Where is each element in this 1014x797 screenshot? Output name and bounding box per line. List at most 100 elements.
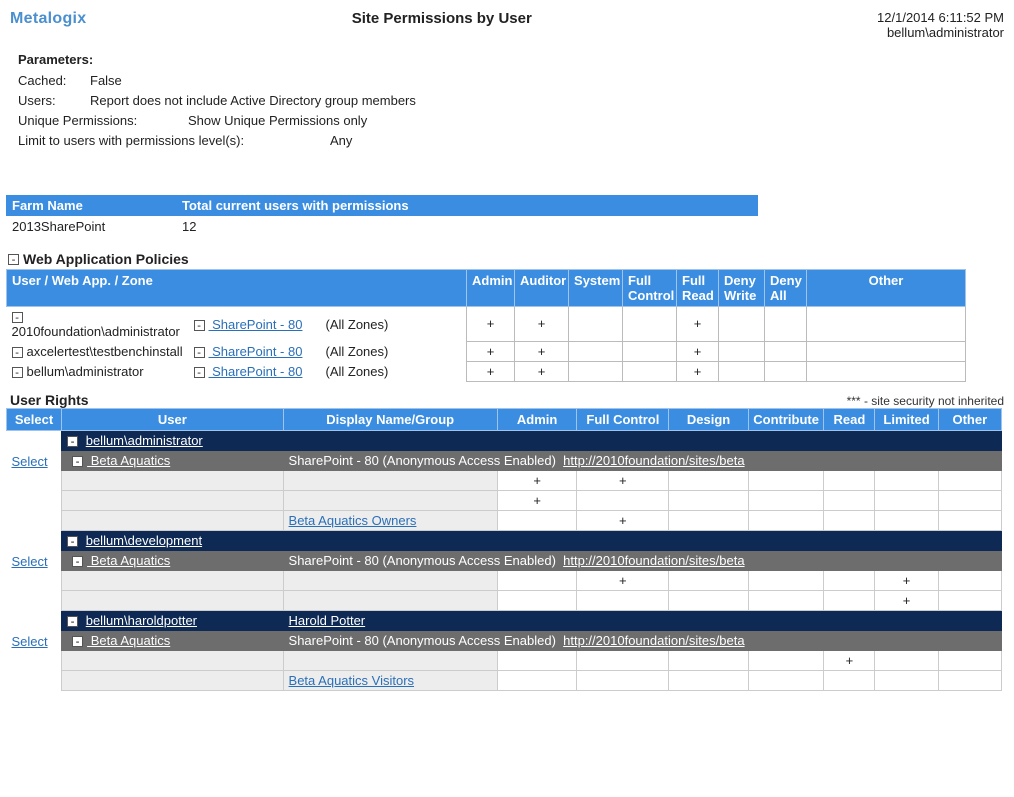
user-rights-title: User Rights — [10, 392, 89, 408]
wap-col-da: Deny All — [765, 270, 807, 307]
collapse-icon[interactable]: - — [8, 254, 19, 265]
ur-design — [669, 590, 749, 610]
param-unique-value: Show Unique Permissions only — [188, 113, 367, 128]
select-link[interactable]: Select — [12, 634, 48, 649]
select-link[interactable]: Select — [12, 554, 48, 569]
collapse-icon[interactable]: - — [194, 367, 205, 378]
wap-auditor: + — [515, 341, 569, 361]
ur-contrib — [748, 510, 824, 530]
ur-fc: + — [577, 510, 669, 530]
ur-site-name[interactable]: Beta Aquatics — [87, 553, 170, 568]
wap-da — [765, 307, 807, 342]
ur-other — [938, 670, 1001, 690]
select-link[interactable]: Select — [12, 454, 48, 469]
ur-user-row: - bellum\administrator — [7, 430, 1002, 450]
ur-group-link[interactable]: Beta Aquatics Visitors — [289, 673, 415, 688]
ur-data-row: + — [7, 490, 1002, 510]
wap-row: -2010foundation\administrator- SharePoin… — [7, 307, 966, 342]
wap-col-other: Other — [807, 270, 966, 307]
collapse-icon[interactable]: - — [12, 367, 23, 378]
ur-col-fc: Full Control — [577, 408, 669, 430]
collapse-icon[interactable]: - — [67, 536, 78, 547]
ur-site-app: SharePoint - 80 (Anonymous Access Enable… — [289, 553, 556, 568]
ur-data-row: ++ — [7, 570, 1002, 590]
collapse-icon[interactable]: - — [12, 312, 23, 323]
ur-site-name[interactable]: Beta Aquatics — [87, 633, 170, 648]
ur-data-row: + — [7, 650, 1002, 670]
ur-fc — [577, 670, 669, 690]
farm-col-total: Total current users with permissions — [176, 195, 758, 216]
ur-disp-cell — [283, 470, 497, 490]
ur-user-row: - bellum\development — [7, 530, 1002, 550]
ur-site-name[interactable]: Beta Aquatics — [87, 453, 170, 468]
param-cached-label: Cached: — [18, 73, 90, 88]
ur-user-name[interactable]: bellum\administrator — [86, 433, 203, 448]
wap-dw — [719, 361, 765, 381]
wap-app: - SharePoint - 80 — [189, 307, 321, 342]
ur-fc — [577, 590, 669, 610]
ur-user-displaylink[interactable]: Harold Potter — [289, 613, 366, 628]
wap-app-link[interactable]: SharePoint - 80 — [209, 317, 303, 332]
ur-read — [824, 490, 875, 510]
ur-admin: + — [497, 490, 577, 510]
ur-contrib — [748, 570, 824, 590]
wap-app-link[interactable]: SharePoint - 80 — [209, 364, 303, 379]
ur-fc: + — [577, 570, 669, 590]
ur-fc — [577, 490, 669, 510]
ur-read — [824, 470, 875, 490]
ur-data-row: ++ — [7, 470, 1002, 490]
ur-col-admin: Admin — [497, 408, 577, 430]
ur-limited — [875, 510, 938, 530]
ur-user-name[interactable]: bellum\haroldpotter — [86, 613, 197, 628]
wap-zone: (All Zones) — [321, 307, 467, 342]
ur-design — [669, 470, 749, 490]
wap-col-dw: Deny Write — [719, 270, 765, 307]
collapse-icon[interactable]: - — [12, 347, 23, 358]
ur-site-url[interactable]: http://2010foundation/sites/beta — [563, 553, 744, 568]
collapse-icon[interactable]: - — [72, 556, 83, 567]
ur-site-url[interactable]: http://2010foundation/sites/beta — [563, 633, 744, 648]
farm-col-name: Farm Name — [6, 195, 176, 216]
ur-read — [824, 590, 875, 610]
collapse-icon[interactable]: - — [67, 616, 78, 627]
wap-fc — [623, 341, 677, 361]
ur-fc: + — [577, 470, 669, 490]
ur-other — [938, 590, 1001, 610]
wap-admin: + — [467, 361, 515, 381]
parameters-block: Parameters: Cached: False Users: Report … — [6, 48, 1008, 171]
ur-col-limited: Limited — [875, 408, 938, 430]
collapse-icon[interactable]: - — [194, 320, 205, 331]
ur-disp-cell: Beta Aquatics Owners — [283, 510, 497, 530]
wap-col-fc: Full Control — [623, 270, 677, 307]
ur-col-other: Other — [938, 408, 1001, 430]
ur-contrib — [748, 470, 824, 490]
wap-app-link[interactable]: SharePoint - 80 — [209, 344, 303, 359]
timestamp: 12/1/2014 6:11:52 PM — [877, 10, 1004, 25]
ur-data-row: Beta Aquatics Visitors — [7, 670, 1002, 690]
ur-admin: + — [497, 470, 577, 490]
ur-site-detail: SharePoint - 80 (Anonymous Access Enable… — [283, 550, 1001, 570]
farm-name: 2013SharePoint — [6, 216, 176, 237]
ur-group-link[interactable]: Beta Aquatics Owners — [289, 513, 417, 528]
ur-user-name[interactable]: bellum\development — [86, 533, 202, 548]
wap-user: -bellum\administrator — [7, 361, 189, 381]
ur-blank — [62, 510, 283, 530]
ur-user-cell: - bellum\administrator — [62, 430, 283, 450]
ur-read — [824, 670, 875, 690]
ur-other — [938, 490, 1001, 510]
collapse-icon[interactable]: - — [72, 636, 83, 647]
ur-user-cell: - bellum\haroldpotter — [62, 610, 283, 630]
collapse-icon[interactable]: - — [67, 436, 78, 447]
ur-site-detail: SharePoint - 80 (Anonymous Access Enable… — [283, 450, 1001, 470]
ur-site-url[interactable]: http://2010foundation/sites/beta — [563, 453, 744, 468]
user-rights-note: *** - site security not inherited — [847, 394, 1004, 408]
wap-system — [569, 341, 623, 361]
collapse-icon[interactable]: - — [72, 456, 83, 467]
ur-disp-cell — [283, 570, 497, 590]
ur-design — [669, 570, 749, 590]
collapse-icon[interactable]: - — [194, 347, 205, 358]
ur-user-display-cell: Harold Potter — [283, 610, 1001, 630]
report-title: Site Permissions by User — [7, 10, 878, 27]
ur-disp-cell — [283, 590, 497, 610]
ur-site-row: Select - Beta Aquatics SharePoint - 80 (An… — [7, 550, 1002, 570]
